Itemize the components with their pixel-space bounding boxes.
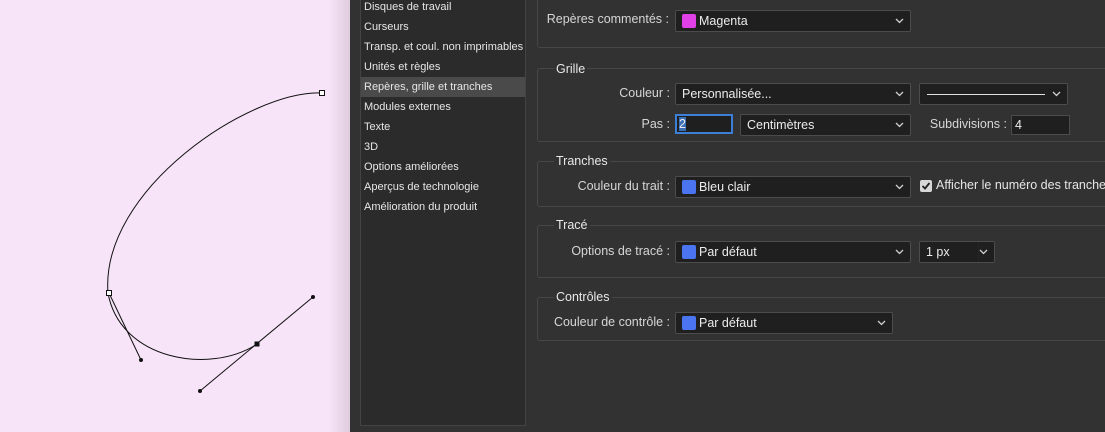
tranches-couleur-label: Couleur du trait : — [577, 179, 670, 193]
controles-couleur-value: Par défaut — [699, 316, 757, 330]
grille-pas-label: Pas : — [641, 117, 671, 131]
grille-couleur-label: Couleur : — [619, 86, 670, 100]
trace-width-value: 1 px — [926, 245, 950, 259]
grille-couleur-value: Personnalisée... — [682, 87, 772, 101]
trace-options-value: Par défaut — [699, 245, 757, 259]
chevron-down-icon — [894, 115, 906, 135]
reperes-commentes-label: Repères commentés : — [546, 12, 669, 26]
sidebar-item-apercus[interactable]: Aperçus de technologie — [361, 177, 525, 197]
sidebar-item-modules[interactable]: Modules externes — [361, 97, 525, 117]
grille-couleur-select[interactable]: Personnalisée... — [675, 83, 911, 105]
grille-unit-value: Centimètres — [747, 118, 815, 132]
document-canvas[interactable] — [0, 0, 350, 432]
grille-unit-select[interactable]: Centimètres — [740, 114, 911, 136]
blue-swatch — [682, 180, 696, 194]
blue-swatch — [682, 316, 696, 330]
chevron-down-icon — [894, 177, 906, 197]
chevron-down-icon — [894, 11, 906, 31]
grille-pas-value: 2 — [679, 117, 686, 131]
sidebar-item-transparence[interactable]: Transp. et coul. non imprimables — [361, 37, 525, 57]
bezier-path-drawing — [106, 90, 325, 393]
reperes-commentes-color-value: Magenta — [699, 14, 748, 28]
direction-handle-point — [311, 295, 315, 299]
sidebar-item-unites[interactable]: Unités et règles — [361, 57, 525, 77]
trace-title: Tracé — [554, 218, 590, 232]
preferences-sidebar: Disques de travail Curseurs Transp. et c… — [360, 0, 526, 426]
grille-subdivisions-label: Subdivisions : — [929, 117, 1007, 131]
trace-options-select[interactable]: Par défaut — [675, 241, 911, 263]
anchor-point-selected — [254, 341, 260, 347]
controles-couleur-select[interactable]: Par défaut — [675, 312, 893, 334]
tranches-group: Tranches Couleur du trait : Bleu clair A… — [537, 154, 1105, 207]
sidebar-item-texte[interactable]: Texte — [361, 117, 525, 137]
trace-width-select[interactable]: 1 px — [919, 241, 995, 263]
grille-pas-input[interactable]: 2 — [675, 114, 733, 134]
grille-style-select[interactable] — [919, 83, 1068, 105]
chevron-down-icon — [1051, 84, 1063, 104]
anchor-point — [106, 290, 112, 296]
tranches-couleur-select[interactable]: Bleu clair — [675, 176, 911, 198]
reperes-commentes-group: Repères commentés : Magenta — [537, 0, 1105, 48]
direction-handle-point — [139, 358, 143, 362]
chevron-down-icon — [876, 313, 888, 333]
controles-title: Contrôles — [554, 290, 612, 304]
solid-line-icon — [927, 94, 1045, 95]
sidebar-item-amelioration[interactable]: Amélioration du produit — [361, 197, 525, 217]
sidebar-item-3d[interactable]: 3D — [361, 137, 525, 157]
grille-subdivisions-input[interactable]: 4 — [1011, 115, 1070, 135]
checkmark-icon — [921, 182, 931, 190]
sidebar-item-curseurs[interactable]: Curseurs — [361, 17, 525, 37]
sidebar-item-options-ameliorees[interactable]: Options améliorées — [361, 157, 525, 177]
blue-swatch — [682, 245, 696, 259]
controles-group: Contrôles Couleur de contrôle : Par défa… — [537, 290, 1105, 341]
tranches-numbers-label[interactable]: Afficher le numéro des tranches — [936, 178, 1105, 192]
sidebar-item-reperes[interactable]: Repères, grille et tranches — [361, 77, 525, 97]
grille-group: Grille Couleur : Personnalisée... Pas : … — [537, 62, 1105, 142]
tranches-title: Tranches — [554, 154, 610, 168]
direction-handle-line — [108, 292, 142, 361]
tranches-couleur-value: Bleu clair — [699, 180, 751, 194]
controles-couleur-label: Couleur de contrôle : — [553, 315, 670, 329]
reperes-commentes-color-select[interactable]: Magenta — [675, 10, 911, 32]
trace-group: Tracé Options de tracé : Par défaut 1 px — [537, 218, 1105, 278]
chevron-down-icon — [894, 242, 906, 262]
bezier-curve — [107, 92, 323, 360]
chevron-down-icon — [894, 84, 906, 104]
magenta-swatch — [682, 14, 696, 28]
direction-handle-point — [198, 389, 202, 393]
preferences-dialog: Disques de travail Curseurs Transp. et c… — [350, 0, 1105, 432]
grille-title: Grille — [554, 62, 588, 76]
anchor-point — [319, 90, 325, 96]
chevron-down-icon — [978, 242, 990, 262]
sidebar-item-disques[interactable]: Disques de travail — [361, 0, 525, 17]
trace-options-label: Options de tracé : — [571, 244, 670, 258]
tranches-numbers-checkbox[interactable] — [920, 180, 932, 192]
